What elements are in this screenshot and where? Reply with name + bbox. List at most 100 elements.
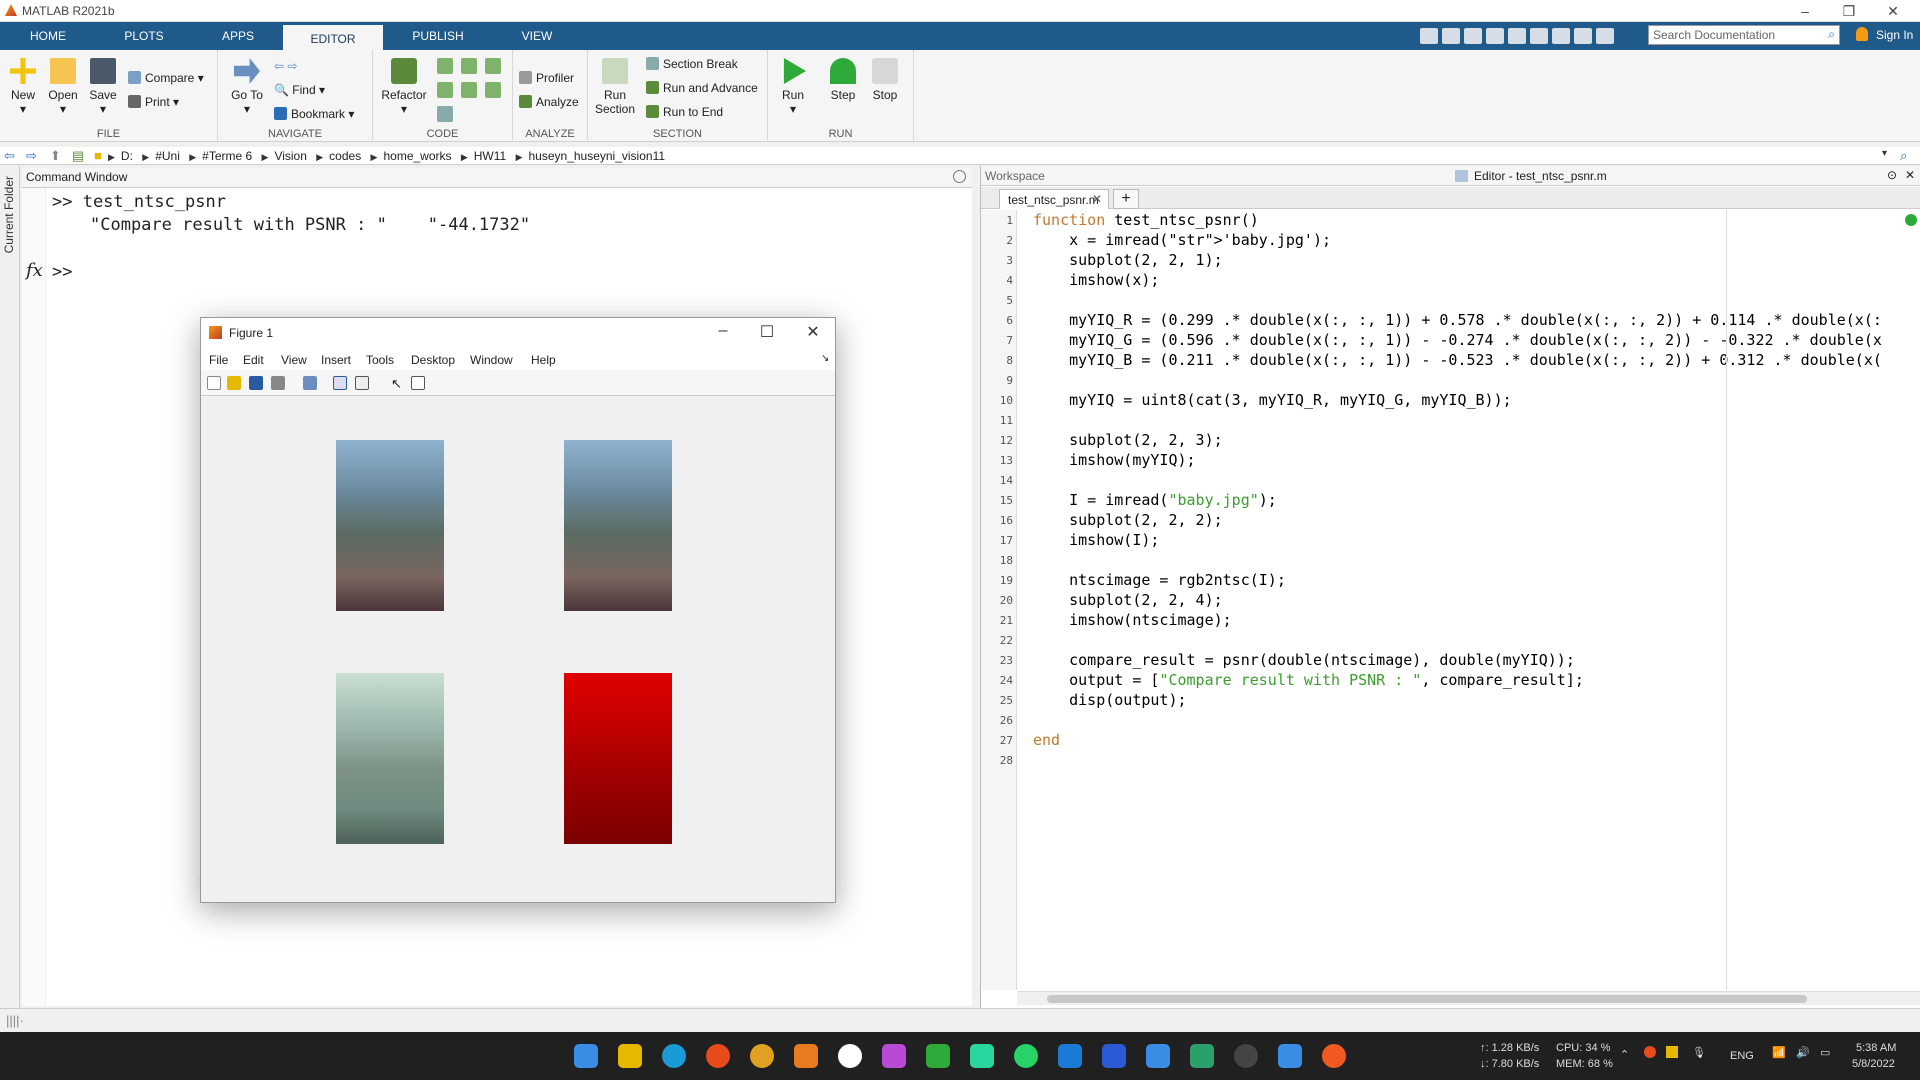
settings-icon[interactable] xyxy=(1596,28,1614,44)
edge-icon[interactable] xyxy=(662,1044,686,1068)
breadcrumb-item[interactable]: Vision xyxy=(274,149,306,163)
print-figure-icon[interactable] xyxy=(271,376,285,390)
vscode-icon[interactable] xyxy=(1058,1044,1082,1068)
property-inspector-icon[interactable] xyxy=(411,376,425,390)
tray-recorder-icon[interactable] xyxy=(1644,1046,1656,1058)
microphone-icon[interactable]: 🎙 xyxy=(1692,1046,1706,1059)
edit-plot-arrow-icon[interactable]: ↖ xyxy=(391,376,405,391)
cut-icon[interactable] xyxy=(1442,28,1460,44)
help-icon[interactable] xyxy=(1574,28,1592,44)
up-folder-icon[interactable]: ⬆ xyxy=(50,148,61,164)
command-prompt[interactable]: >> xyxy=(52,262,72,282)
recorder-icon[interactable] xyxy=(706,1044,730,1068)
forward-icon[interactable]: ⇨ xyxy=(26,148,37,164)
tab-test-ntsc-psnr[interactable]: test_ntsc_psnr.m ✕ xyxy=(999,189,1109,209)
tab-apps[interactable]: APPS xyxy=(206,22,270,50)
breadcrumb-item[interactable]: home_works xyxy=(383,149,451,163)
figure-close-button[interactable]: ✕ xyxy=(793,322,833,342)
open-button[interactable]: Open ▾ xyxy=(44,58,82,116)
clion-icon[interactable] xyxy=(970,1044,994,1068)
start-icon[interactable] xyxy=(574,1044,598,1068)
wrap-comments-icon[interactable] xyxy=(485,58,501,74)
back-forward-buttons[interactable]: ⇦ ⇨ xyxy=(274,56,297,76)
open-file-icon[interactable] xyxy=(227,376,241,390)
pycharm-icon[interactable] xyxy=(926,1044,950,1068)
subplot-original-image[interactable] xyxy=(336,440,444,611)
stop-button[interactable]: Stop xyxy=(866,58,904,102)
run-to-end-button[interactable]: Run to End xyxy=(646,102,723,122)
tray-chevron-icon[interactable]: ⌃ xyxy=(1620,1048,1629,1061)
search-icon[interactable]: ⌕ xyxy=(1828,27,1835,42)
wordpress-icon[interactable] xyxy=(1234,1044,1258,1068)
phpstorm-icon[interactable] xyxy=(882,1044,906,1068)
menu-tools[interactable]: Tools xyxy=(366,353,394,367)
subplot-ntsc-image[interactable] xyxy=(564,673,672,844)
copy-icon[interactable] xyxy=(1464,28,1482,44)
menu-view[interactable]: View xyxy=(281,353,307,367)
panel-options-icon[interactable] xyxy=(953,170,966,183)
comment-icon[interactable] xyxy=(437,58,453,74)
uncomment-icon[interactable] xyxy=(461,58,477,74)
back-icon[interactable]: ⇦ xyxy=(4,148,15,164)
breadcrumb-item[interactable]: HW11 xyxy=(474,149,506,163)
save-figure-icon[interactable] xyxy=(249,376,263,390)
bookmark-button[interactable]: Bookmark ▾ xyxy=(274,104,354,124)
switch-windows-icon[interactable] xyxy=(1552,28,1570,44)
search-documentation-input[interactable]: Search Documentation ⌕ xyxy=(1648,25,1840,45)
function-icon[interactable] xyxy=(437,106,453,122)
breadcrumb-item[interactable]: codes xyxy=(329,149,361,163)
tab-home[interactable]: HOME xyxy=(16,22,80,50)
menu-insert[interactable]: Insert xyxy=(321,353,351,367)
workspace-header[interactable]: Workspace xyxy=(981,166,1451,186)
paste-icon[interactable] xyxy=(1486,28,1504,44)
link-plot-icon[interactable] xyxy=(303,376,317,390)
tab-editor[interactable]: EDITOR xyxy=(283,22,383,50)
function-browser-icon[interactable]: fx xyxy=(26,260,43,281)
horizontal-scrollbar[interactable] xyxy=(1017,991,1920,1005)
menu-file[interactable]: File xyxy=(209,353,228,367)
subplot-imread-image[interactable] xyxy=(564,440,672,611)
chrome-icon[interactable] xyxy=(750,1044,774,1068)
panel-options-icon[interactable]: ⊙ xyxy=(1887,168,1897,182)
store-icon[interactable] xyxy=(1102,1044,1126,1068)
profiler-button[interactable]: Profiler xyxy=(519,68,574,88)
restore-button[interactable]: ❐ xyxy=(1826,0,1872,22)
figure-minimize-button[interactable]: – xyxy=(703,322,743,340)
legend-icon[interactable] xyxy=(355,376,369,390)
file-explorer-icon[interactable] xyxy=(618,1044,642,1068)
tray-app-icon[interactable] xyxy=(1666,1046,1678,1058)
close-button[interactable]: ✕ xyxy=(1870,0,1916,22)
save-button[interactable]: Save ▾ xyxy=(84,58,122,116)
goto-button[interactable]: Go To ▾ xyxy=(228,58,266,116)
clock-date[interactable]: 5/8/2022 xyxy=(1852,1058,1895,1070)
tab-plots[interactable]: PLOTS xyxy=(112,22,176,50)
analyze-button[interactable]: Analyze xyxy=(519,92,579,112)
dock-icon[interactable]: ↘ xyxy=(821,353,829,364)
run-section-button[interactable]: Run Section xyxy=(592,58,638,116)
figure-maximize-button[interactable]: ☐ xyxy=(747,322,787,342)
search-folder-icon[interactable]: ⌕ xyxy=(1900,148,1907,164)
new-tab-button[interactable]: + xyxy=(1113,189,1139,209)
close-tab-icon[interactable]: ✕ xyxy=(1092,192,1102,206)
current-folder-tab[interactable]: Current Folder xyxy=(0,166,20,1026)
volume-icon[interactable]: 🔊 xyxy=(1796,1046,1810,1059)
menu-help[interactable]: Help xyxy=(531,353,556,367)
menu-edit[interactable]: Edit xyxy=(243,353,264,367)
matlab-taskbar-icon[interactable] xyxy=(794,1044,818,1068)
close-panel-icon[interactable]: ✕ xyxy=(1905,168,1915,182)
writer-icon[interactable] xyxy=(838,1044,862,1068)
decrease-indent-icon[interactable] xyxy=(485,82,501,98)
code-editor[interactable]: 1 2 3 4 5 6 7 8 9 10 11 12 13 14 15 16 17 18 19 20 21 22 23 24 2… xyxy=(981,210,1920,1005)
find-button[interactable]: 🔍 Find ▾ xyxy=(274,80,325,100)
tab-publish[interactable]: PUBLISH xyxy=(406,22,470,50)
figure-window[interactable]: Figure 1 – ☐ ✕ File Edit View Insert Too… xyxy=(200,317,836,903)
undo-icon[interactable] xyxy=(1508,28,1526,44)
postman-icon[interactable] xyxy=(1322,1044,1346,1068)
subplot-myyiq-image[interactable] xyxy=(336,673,444,844)
step-button[interactable]: Step xyxy=(824,58,862,102)
new-button[interactable]: New ▾ xyxy=(4,58,42,116)
breadcrumb-item[interactable]: #Uni xyxy=(155,149,180,163)
save-icon[interactable] xyxy=(1420,28,1438,44)
breadcrumb-item[interactable]: #Terme 6 xyxy=(202,149,252,163)
sign-in-link[interactable]: Sign In xyxy=(1876,28,1913,42)
